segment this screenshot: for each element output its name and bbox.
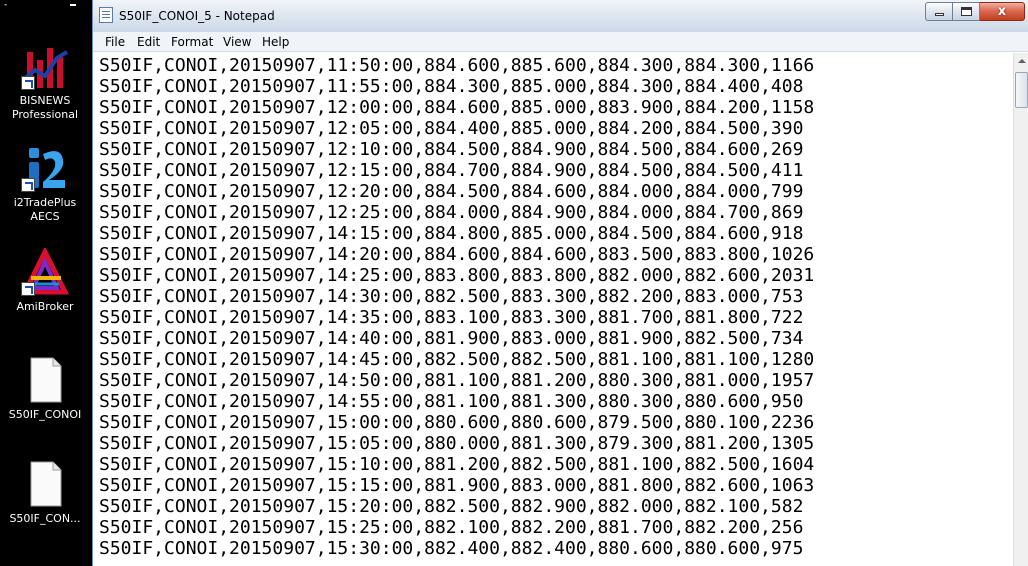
desktop-edge-mark: - [4,0,8,10]
minimize-button[interactable] [925,2,953,21]
window-title: S50IF_CONOI_5 - Notepad [119,9,275,23]
text-line: S50IF,CONOI,20150907,15:15:00,881.900,88… [99,475,815,496]
text-line: S50IF,CONOI,20150907,14:30:00,882.500,88… [99,286,804,307]
desktop-icon-label: BISNEWS [19,94,71,107]
menu-format[interactable]: Format [171,35,213,49]
text-line: S50IF,CONOI,20150907,14:40:00,881.900,88… [99,328,804,349]
notepad-app-icon[interactable] [99,7,113,23]
vertical-scrollbar[interactable] [1013,53,1028,566]
text-file-icon [21,460,69,508]
desktop-icon-label: AECS [30,210,60,223]
desktop-icon-bisnews[interactable]: BISNEWS Professional [0,42,90,122]
text-line: S50IF,CONOI,20150907,14:45:00,882.500,88… [99,349,815,370]
menu-file[interactable]: File [105,35,125,49]
amibroker-icon [20,246,70,296]
close-button[interactable]: x [980,2,1025,21]
desktop-icon-label: i2TradePlus [13,196,77,209]
text-line: S50IF,CONOI,20150907,12:10:00,884.500,88… [99,139,804,160]
title-bar[interactable]: S50IF_CONOI_5 - Notepad x [93,0,1028,32]
text-line: S50IF,CONOI,20150907,12:15:00,884.700,88… [99,160,804,181]
shortcut-arrow-icon [21,76,35,90]
desktop-icon-amibroker[interactable]: AmiBroker [0,246,90,314]
text-line: S50IF,CONOI,20150907,14:55:00,881.100,88… [99,391,804,412]
close-icon: x [997,4,1007,19]
text-line: S50IF,CONOI,20150907,12:00:00,884.600,88… [99,97,815,118]
desktop-icon-label: S50IF_CON... [9,512,81,525]
text-line: S50IF,CONOI,20150907,15:00:00,880.600,88… [99,412,815,433]
text-file-icon [21,356,69,404]
text-line: S50IF,CONOI,20150907,15:25:00,882.100,88… [99,517,804,538]
desktop-edge-dash [70,4,76,6]
text-line: S50IF,CONOI,20150907,14:20:00,884.600,88… [99,244,815,265]
text-line: S50IF,CONOI,20150907,15:20:00,882.500,88… [99,496,804,517]
menu-help[interactable]: Help [262,35,289,49]
menu-edit[interactable]: Edit [137,35,160,49]
desktop-icon-label: AmiBroker [16,300,74,313]
maximize-icon [960,7,972,16]
minimize-icon [934,13,944,16]
text-line: S50IF,CONOI,20150907,12:05:00,884.400,88… [99,118,804,139]
desktop-icon-s50if-con-truncated[interactable]: S50IF_CON... [0,460,90,526]
scroll-thumb[interactable] [1015,72,1028,108]
notepad-window: S50IF_CONOI_5 - Notepad x File Edit Form… [92,0,1028,566]
bisnews-chart-icon [21,42,69,90]
text-line: S50IF,CONOI,20150907,14:15:00,884.800,88… [99,223,804,244]
shortcut-arrow-icon [21,178,35,192]
desktop-icon-s50if-conoi[interactable]: S50IF_CONOI [0,356,90,422]
text-line: S50IF,CONOI,20150907,12:20:00,884.500,88… [99,181,804,202]
shortcut-arrow-icon [21,282,35,296]
desktop-icon-label: Professional [11,108,79,121]
i2tradeplus-icon [21,144,69,192]
desktop-icon-i2tradeplus[interactable]: i2TradePlus AECS [0,144,90,224]
desktop-area: - BISNEWS Professional i2TradePlus AECS … [0,0,92,566]
maximize-button[interactable] [953,2,980,21]
desktop-icon-label: S50IF_CONOI [8,408,82,421]
text-line: S50IF,CONOI,20150907,12:25:00,884.000,88… [99,202,804,223]
text-line: S50IF,CONOI,20150907,11:55:00,884.300,88… [99,76,804,97]
menu-bar: File Edit Format View Help [93,32,1028,52]
text-line: S50IF,CONOI,20150907,15:05:00,880.000,88… [99,433,815,454]
text-line: S50IF,CONOI,20150907,14:50:00,881.100,88… [99,370,815,391]
menu-view[interactable]: View [223,35,251,49]
text-line: S50IF,CONOI,20150907,11:50:00,884.600,88… [99,55,815,76]
text-line: S50IF,CONOI,20150907,15:30:00,882.400,88… [99,538,804,559]
text-line: S50IF,CONOI,20150907,14:25:00,883.800,88… [99,265,815,286]
text-editor-area[interactable]: S50IF,CONOI,20150907,11:50:00,884.600,88… [93,53,1013,566]
text-line: S50IF,CONOI,20150907,15:10:00,881.200,88… [99,454,815,475]
text-line: S50IF,CONOI,20150907,14:35:00,883.100,88… [99,307,804,328]
scroll-up-button[interactable] [1014,53,1028,70]
